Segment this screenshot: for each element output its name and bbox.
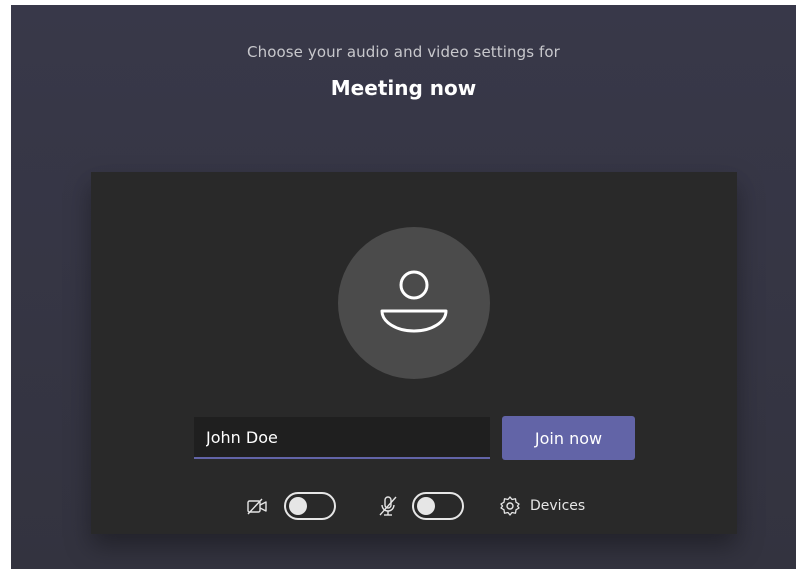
meeting-title: Meeting now <box>330 76 477 100</box>
join-now-button[interactable]: Join now <box>502 416 635 460</box>
camera-off-icon <box>247 498 267 515</box>
avatar <box>338 227 490 379</box>
gear-icon[interactable] <box>499 495 521 517</box>
microphone-toggle[interactable] <box>412 492 464 520</box>
name-input[interactable] <box>194 417 490 459</box>
person-icon <box>380 270 448 333</box>
prejoin-screen: Choose your audio and video settings for… <box>11 5 796 569</box>
mic-off-icon <box>379 496 397 516</box>
device-controls: Devices <box>91 490 737 522</box>
camera-toggle[interactable] <box>284 492 336 520</box>
devices-button[interactable]: Devices <box>530 498 585 514</box>
microphone-toggle-knob <box>417 497 435 515</box>
video-preview-panel: Join now <box>91 172 737 534</box>
prejoin-subtitle: Choose your audio and video settings for <box>247 43 560 61</box>
camera-toggle-knob <box>289 497 307 515</box>
